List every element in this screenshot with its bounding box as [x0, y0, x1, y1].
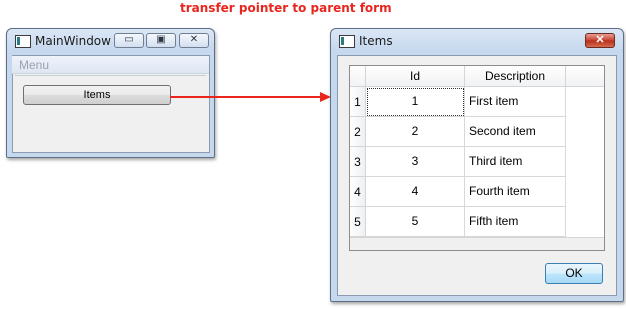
row-header[interactable]: 3: [350, 147, 366, 177]
table-cell-description[interactable]: First item: [465, 87, 566, 117]
header-filler: [566, 66, 604, 87]
table-cell-description[interactable]: Second item: [465, 117, 566, 147]
row-header[interactable]: 5: [350, 207, 366, 237]
table-cell-description[interactable]: Fifth item: [465, 207, 566, 237]
items-dialog: Items ✕ Id Description 1 1 First item 2 …: [330, 28, 624, 302]
items-dialog-title: Items: [359, 34, 393, 48]
table-cell-id[interactable]: 2: [366, 117, 465, 147]
table-cell-id[interactable]: 1: [366, 87, 465, 117]
table-cell-id[interactable]: 3: [366, 147, 465, 177]
corner-header[interactable]: [350, 66, 366, 87]
dialog-icon: [339, 35, 355, 48]
column-header-description[interactable]: Description: [465, 66, 566, 87]
table-cell-id[interactable]: 5: [366, 207, 465, 237]
table-cell-description[interactable]: Fourth item: [465, 177, 566, 207]
items-table[interactable]: Id Description 1 1 First item 2 2 Second…: [349, 65, 605, 251]
row-header[interactable]: 1: [350, 87, 366, 117]
row-header[interactable]: 4: [350, 177, 366, 207]
table-cell-id[interactable]: 4: [366, 177, 465, 207]
table-empty-area: [350, 237, 604, 250]
close-icon: ✕: [595, 34, 605, 46]
row-header[interactable]: 2: [350, 117, 366, 147]
column-header-id[interactable]: Id: [366, 66, 465, 87]
table-cell-description[interactable]: Third item: [465, 147, 566, 177]
dialog-close-button[interactable]: ✕: [585, 33, 615, 48]
items-dialog-titlebar[interactable]: Items ✕: [331, 29, 623, 53]
ok-button[interactable]: OK: [545, 263, 603, 284]
